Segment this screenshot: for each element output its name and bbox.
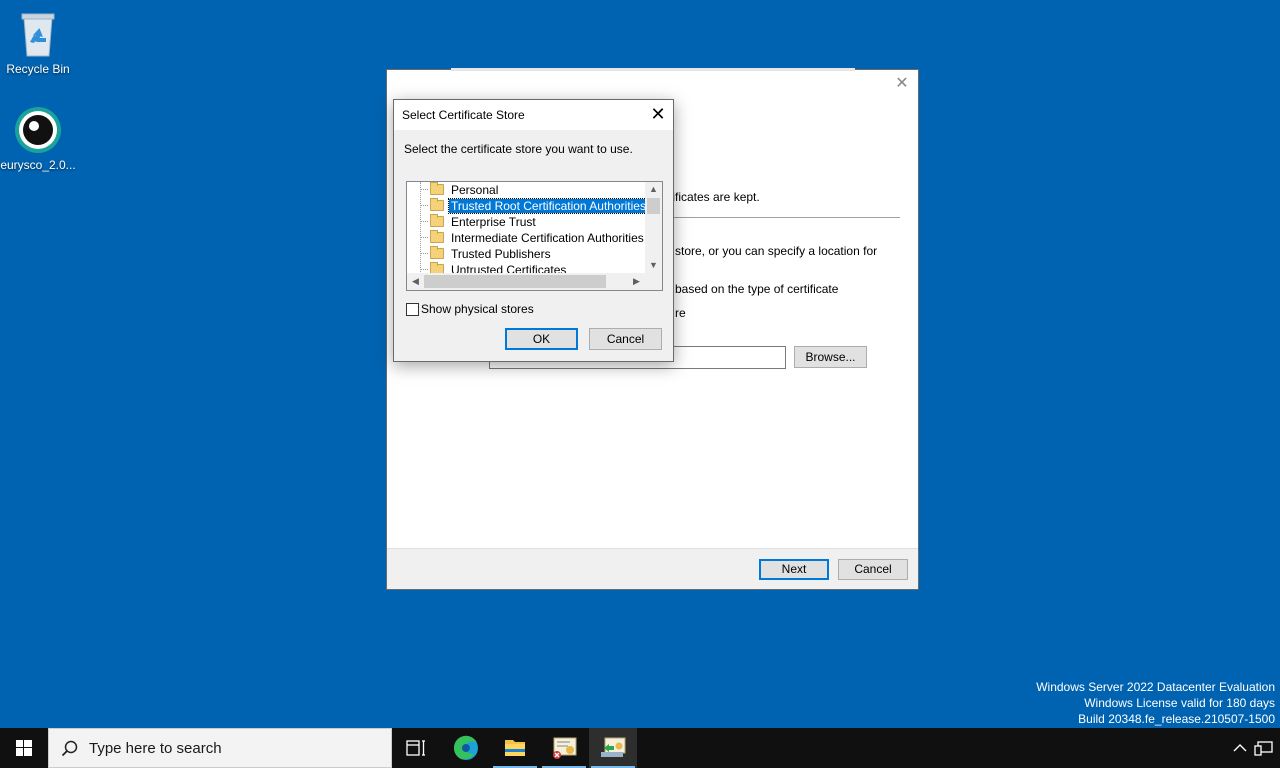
desktop-icon-eurysco[interactable]: eurysco_2.0... (0, 106, 76, 172)
network-icon[interactable] (1254, 740, 1274, 756)
horizontal-scroll-thumb[interactable] (424, 275, 606, 288)
folder-icon (430, 214, 444, 227)
dialog-instruction: Select the certificate store you want to… (404, 142, 633, 156)
tree-item-personal[interactable]: Personal (407, 182, 647, 198)
tree-connector (420, 221, 428, 222)
windows-watermark: Windows Server 2022 Datacenter Evaluatio… (1036, 679, 1275, 727)
wizard-separator (659, 217, 900, 218)
recycle-bin-label: Recycle Bin (6, 62, 70, 76)
eurysco-icon (15, 107, 61, 153)
tree-item-trusted-publishers[interactable]: Trusted Publishers (407, 246, 647, 262)
tree-item-label: Trusted Root Certification Authorities (448, 198, 649, 214)
edge-button[interactable] (442, 728, 490, 768)
folder-icon (430, 182, 444, 195)
wizard-title-strip (451, 68, 855, 71)
scroll-corner (645, 273, 662, 290)
tree-item-label: Trusted Publishers (451, 247, 551, 261)
certificate-manager-button[interactable] (540, 728, 588, 768)
tree-item-trusted-root[interactable]: Trusted Root Certification Authorities (407, 198, 649, 214)
scroll-left-icon[interactable]: ◀ (407, 273, 424, 290)
wizard-text-auto: e based on the type of certificate (665, 282, 839, 296)
tree-item-label: Intermediate Certification Authorities (451, 231, 644, 245)
tree-vertical-scrollbar[interactable]: ▲ ▼ (645, 182, 662, 274)
scroll-down-icon[interactable]: ▼ (645, 258, 662, 272)
tree-item-label: Enterprise Trust (451, 215, 536, 229)
wizard-text-place: re (675, 306, 686, 320)
wizard-text-location: e store, or you can specify a location f… (665, 244, 878, 258)
show-physical-stores-checkbox[interactable] (406, 303, 419, 316)
certificate-import-wizard-button[interactable] (589, 728, 637, 768)
watermark-edition: Windows Server 2022 Datacenter Evaluatio… (1036, 680, 1275, 694)
folder-icon (430, 198, 444, 211)
tree-connector (420, 269, 428, 270)
search-icon (61, 740, 78, 757)
vertical-scroll-thumb[interactable] (647, 198, 660, 214)
next-button[interactable]: Next (759, 559, 829, 580)
wizard-footer: Next Cancel (387, 548, 918, 589)
ok-button[interactable]: OK (505, 328, 578, 350)
watermark-license: Windows License valid for 180 days (1084, 696, 1275, 710)
certificate-manager-icon (553, 737, 577, 759)
certificate-store-tree[interactable]: Personal Trusted Root Certification Auth… (406, 181, 663, 291)
tree-item-intermediate[interactable]: Intermediate Certification Authorities (407, 230, 647, 246)
taskbar-search-box[interactable]: Type here to search (48, 728, 392, 768)
edge-icon (453, 735, 478, 760)
browse-button[interactable]: Browse... (794, 346, 867, 368)
wizard-text-kept: rtificates are kept. (665, 190, 760, 204)
folder-icon (430, 230, 444, 243)
scroll-right-icon[interactable]: ▶ (628, 273, 645, 290)
tree-horizontal-scrollbar[interactable]: ◀ ▶ (407, 273, 647, 290)
tree-connector (420, 189, 428, 190)
tree-item-label: Personal (451, 183, 499, 197)
wizard-cancel-button[interactable]: Cancel (838, 559, 908, 580)
file-explorer-icon (505, 740, 525, 756)
recycle-bin-icon (21, 13, 55, 57)
wizard-close-icon[interactable]: ✕ (894, 76, 910, 92)
task-view-icon (406, 740, 425, 756)
task-view-button[interactable] (392, 728, 440, 768)
windows-logo-icon (16, 740, 32, 756)
tree-connector (420, 237, 428, 238)
tree-item-enterprise-trust[interactable]: Enterprise Trust (407, 214, 647, 230)
dialog-close-icon[interactable]: ✕ (649, 105, 667, 123)
dialog-titlebar: Select Certificate Store ✕ (394, 100, 673, 130)
scroll-up-icon[interactable]: ▲ (645, 182, 662, 196)
select-certificate-store-dialog: Select Certificate Store ✕ Select the ce… (393, 99, 674, 362)
dialog-title: Select Certificate Store (402, 108, 525, 122)
start-button[interactable] (0, 728, 48, 768)
tree-connector (420, 253, 428, 254)
show-physical-stores-label[interactable]: Show physical stores (421, 302, 534, 316)
taskbar: Type here to search (0, 728, 1280, 768)
eurysco-label: eurysco_2.0... (0, 158, 76, 172)
watermark-build: Build 20348.fe_release.210507-1500 (1078, 712, 1275, 726)
search-placeholder: Type here to search (89, 740, 222, 757)
chevron-up-icon[interactable] (1232, 740, 1248, 756)
file-explorer-button[interactable] (491, 728, 539, 768)
certificate-import-wizard-icon (601, 737, 626, 757)
dialog-cancel-button[interactable]: Cancel (589, 328, 662, 350)
desktop-icon-recycle-bin[interactable]: Recycle Bin (0, 8, 76, 76)
tree-connector (420, 205, 428, 206)
folder-icon (430, 246, 444, 259)
